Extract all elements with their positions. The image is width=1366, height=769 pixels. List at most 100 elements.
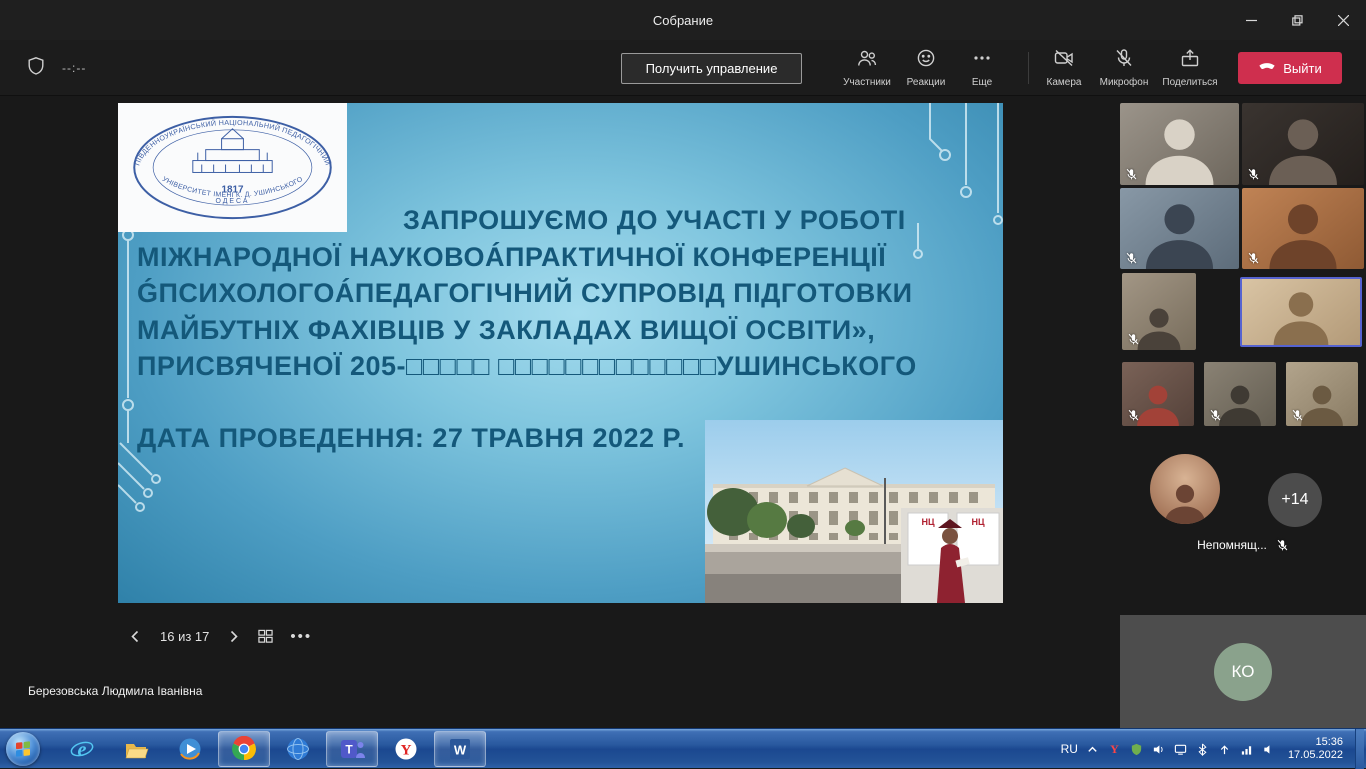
shared-slide[interactable]: ПІВДЕННОУКРАЇНСЬКИЙ НАЦІОНАЛЬНИЙ ПЕДАГОГ… xyxy=(118,103,1003,603)
more-button[interactable]: Еще xyxy=(953,48,1011,88)
taskbar-clock[interactable]: 15:36 17.05.2022 xyxy=(1288,736,1343,762)
tray-display-icon[interactable] xyxy=(1173,742,1188,757)
svg-text:W: W xyxy=(454,743,467,758)
photo-sign-text: НЦ xyxy=(971,517,984,527)
taskbar-ie-icon[interactable]: e xyxy=(56,731,108,767)
smiley-icon xyxy=(916,48,936,73)
share-screen-icon xyxy=(1180,48,1200,73)
presenter-name-label: Березовська Людмила Іванівна xyxy=(28,684,202,698)
tray-yandex-icon[interactable]: Y xyxy=(1107,742,1122,757)
slide-navigation: 16 из 17 ••• xyxy=(128,623,312,649)
slide-title-line: ǴПСИХОЛОГОÁПЕДАГОГІЧНИЙ СУПРОВІД ПІДГОТО… xyxy=(137,275,977,312)
svg-text:ПІВДЕННОУКРАЇНСЬКИЙ НАЦІОНАЛЬН: ПІВДЕННОУКРАЇНСЬКИЙ НАЦІОНАЛЬНИЙ ПЕДАГОГ… xyxy=(133,119,332,167)
taskbar-explorer-icon[interactable] xyxy=(110,731,162,767)
participants-button[interactable]: Участники xyxy=(838,48,896,88)
slide-title-line: МАЙБУТНІХ ФАХІВЦІВ У ЗАКЛАДАХ ВИЩОЇ ОСВІ… xyxy=(137,312,977,349)
mic-off-icon xyxy=(1114,48,1134,73)
window-controls xyxy=(1228,0,1366,40)
participant-initials-tile[interactable]: КО xyxy=(1120,615,1366,728)
start-button[interactable] xyxy=(6,732,40,766)
tray-antivirus-shield-icon[interactable] xyxy=(1129,742,1144,757)
meeting-stage: ПІВДЕННОУКРАЇНСЬКИЙ НАЦІОНАЛЬНИЙ ПЕДАГОГ… xyxy=(0,96,1366,728)
initials-avatar: КО xyxy=(1214,643,1272,701)
security-shield-icon xyxy=(26,56,46,81)
grid-view-icon[interactable] xyxy=(258,629,273,644)
participants-icon xyxy=(857,48,877,73)
minimize-button[interactable] xyxy=(1228,0,1274,40)
emblem-year: 1817 xyxy=(221,184,244,195)
meeting-timer: --:-- xyxy=(62,61,86,75)
camera-off-icon xyxy=(1054,48,1074,73)
get-control-button[interactable]: Получить управление xyxy=(621,53,802,84)
participant-video-tile[interactable] xyxy=(1204,362,1276,426)
windows-taskbar: e T Y W RU Y 15:36 xyxy=(0,728,1366,768)
windows-flag-icon xyxy=(14,740,32,758)
microphone-button[interactable]: Микрофон xyxy=(1095,48,1153,88)
slide-title-line: ЗАПРОШУЄМО ДО УЧАСТІ У РОБОТІ xyxy=(137,202,977,239)
language-indicator[interactable]: RU xyxy=(1061,742,1078,756)
reactions-button[interactable]: Реакции xyxy=(897,48,955,88)
participant-video-tile[interactable] xyxy=(1122,362,1194,426)
tray-network-icon[interactable] xyxy=(1239,742,1254,757)
taskbar-media-player-icon[interactable] xyxy=(164,731,216,767)
close-button[interactable] xyxy=(1320,0,1366,40)
window-title: Собрание xyxy=(0,0,1366,40)
clock-date: 17.05.2022 xyxy=(1288,749,1343,762)
svg-text:e: e xyxy=(78,739,87,761)
emblem-building-sketch xyxy=(193,129,272,173)
hangup-icon xyxy=(1258,58,1276,79)
tray-update-icon[interactable] xyxy=(1217,742,1232,757)
tray-volume-icon[interactable] xyxy=(1151,742,1166,757)
svg-text:T: T xyxy=(345,743,353,757)
previous-slide-button[interactable] xyxy=(128,629,143,644)
slide-title-line: ПРИСВЯЧЕНОЇ 205-□□□□□ □□□□□□□□□□□□□УШИНС… xyxy=(137,348,977,385)
system-tray: RU Y 15:36 17.05.2022 xyxy=(1061,729,1366,769)
mic-muted-icon xyxy=(1247,252,1260,265)
participant-caption: Непомнящ... xyxy=(1120,538,1366,552)
tray-sound-icon[interactable] xyxy=(1261,742,1276,757)
slide-date-line: ДАТА ПРОВЕДЕННЯ: 27 ТРАВНЯ 2022 Р. xyxy=(137,423,685,454)
taskbar-browser-globe-icon[interactable] xyxy=(272,731,324,767)
share-button[interactable]: Поделиться xyxy=(1158,48,1222,88)
svg-text:Y: Y xyxy=(401,743,412,759)
show-desktop-button[interactable] xyxy=(1355,729,1364,769)
participant-video-tile[interactable] xyxy=(1122,273,1196,350)
clock-time: 15:36 xyxy=(1315,736,1343,749)
slide-title-line: МІЖНАРОДНОЇ НАУКОВОÁПРАКТИЧНОЇ КОНФЕРЕНЦ… xyxy=(137,239,977,276)
camera-button[interactable]: Камера xyxy=(1035,48,1093,88)
restore-button[interactable] xyxy=(1274,0,1320,40)
participant-video-tile[interactable] xyxy=(1120,188,1239,269)
slide-title: ЗАПРОШУЄМО ДО УЧАСТІ У РОБОТІ МІЖНАРОДНО… xyxy=(137,202,977,385)
meeting-toolbar: --:-- Получить управление Участники Реак… xyxy=(0,40,1366,96)
hidden-icons-chevron[interactable] xyxy=(1085,742,1100,757)
tray-bluetooth-icon[interactable] xyxy=(1195,742,1210,757)
participant-video-tile-speaking[interactable] xyxy=(1240,277,1362,347)
toolbar-divider xyxy=(1028,52,1029,84)
building-photo: НЦ НЦ xyxy=(705,420,1003,603)
mic-muted-icon xyxy=(1127,333,1140,346)
next-slide-button[interactable] xyxy=(226,629,241,644)
participant-name-label: Непомнящ... xyxy=(1197,538,1267,552)
taskbar-word-icon[interactable]: W xyxy=(434,731,486,767)
participant-avatar[interactable] xyxy=(1150,454,1220,524)
mic-muted-icon xyxy=(1209,409,1222,422)
taskbar-chrome-icon[interactable] xyxy=(218,731,270,767)
mic-muted-icon xyxy=(1127,409,1140,422)
participant-video-tile[interactable] xyxy=(1286,362,1358,426)
taskbar-yandex-icon[interactable]: Y xyxy=(380,731,432,767)
participant-video-tile[interactable] xyxy=(1242,103,1364,185)
taskbar-teams-icon[interactable]: T xyxy=(326,731,378,767)
window-titlebar: Собрание xyxy=(0,0,1366,40)
mic-muted-icon xyxy=(1276,539,1289,552)
participant-video-tile[interactable] xyxy=(1242,188,1364,269)
overflow-participants-badge[interactable]: +14 xyxy=(1268,473,1322,527)
ellipsis-icon xyxy=(972,48,992,73)
leave-button[interactable]: Выйти xyxy=(1238,52,1342,84)
mic-muted-icon xyxy=(1247,168,1260,181)
emblem-arc-top-text: ПІВДЕННОУКРАЇНСЬКИЙ НАЦІОНАЛЬНИЙ ПЕДАГОГ… xyxy=(133,119,332,167)
mic-muted-icon xyxy=(1291,409,1304,422)
more-slide-options-icon[interactable]: ••• xyxy=(290,628,312,645)
slide-page-indicator: 16 из 17 xyxy=(160,629,209,644)
participant-video-tile[interactable] xyxy=(1120,103,1239,185)
mic-muted-icon xyxy=(1125,168,1138,181)
